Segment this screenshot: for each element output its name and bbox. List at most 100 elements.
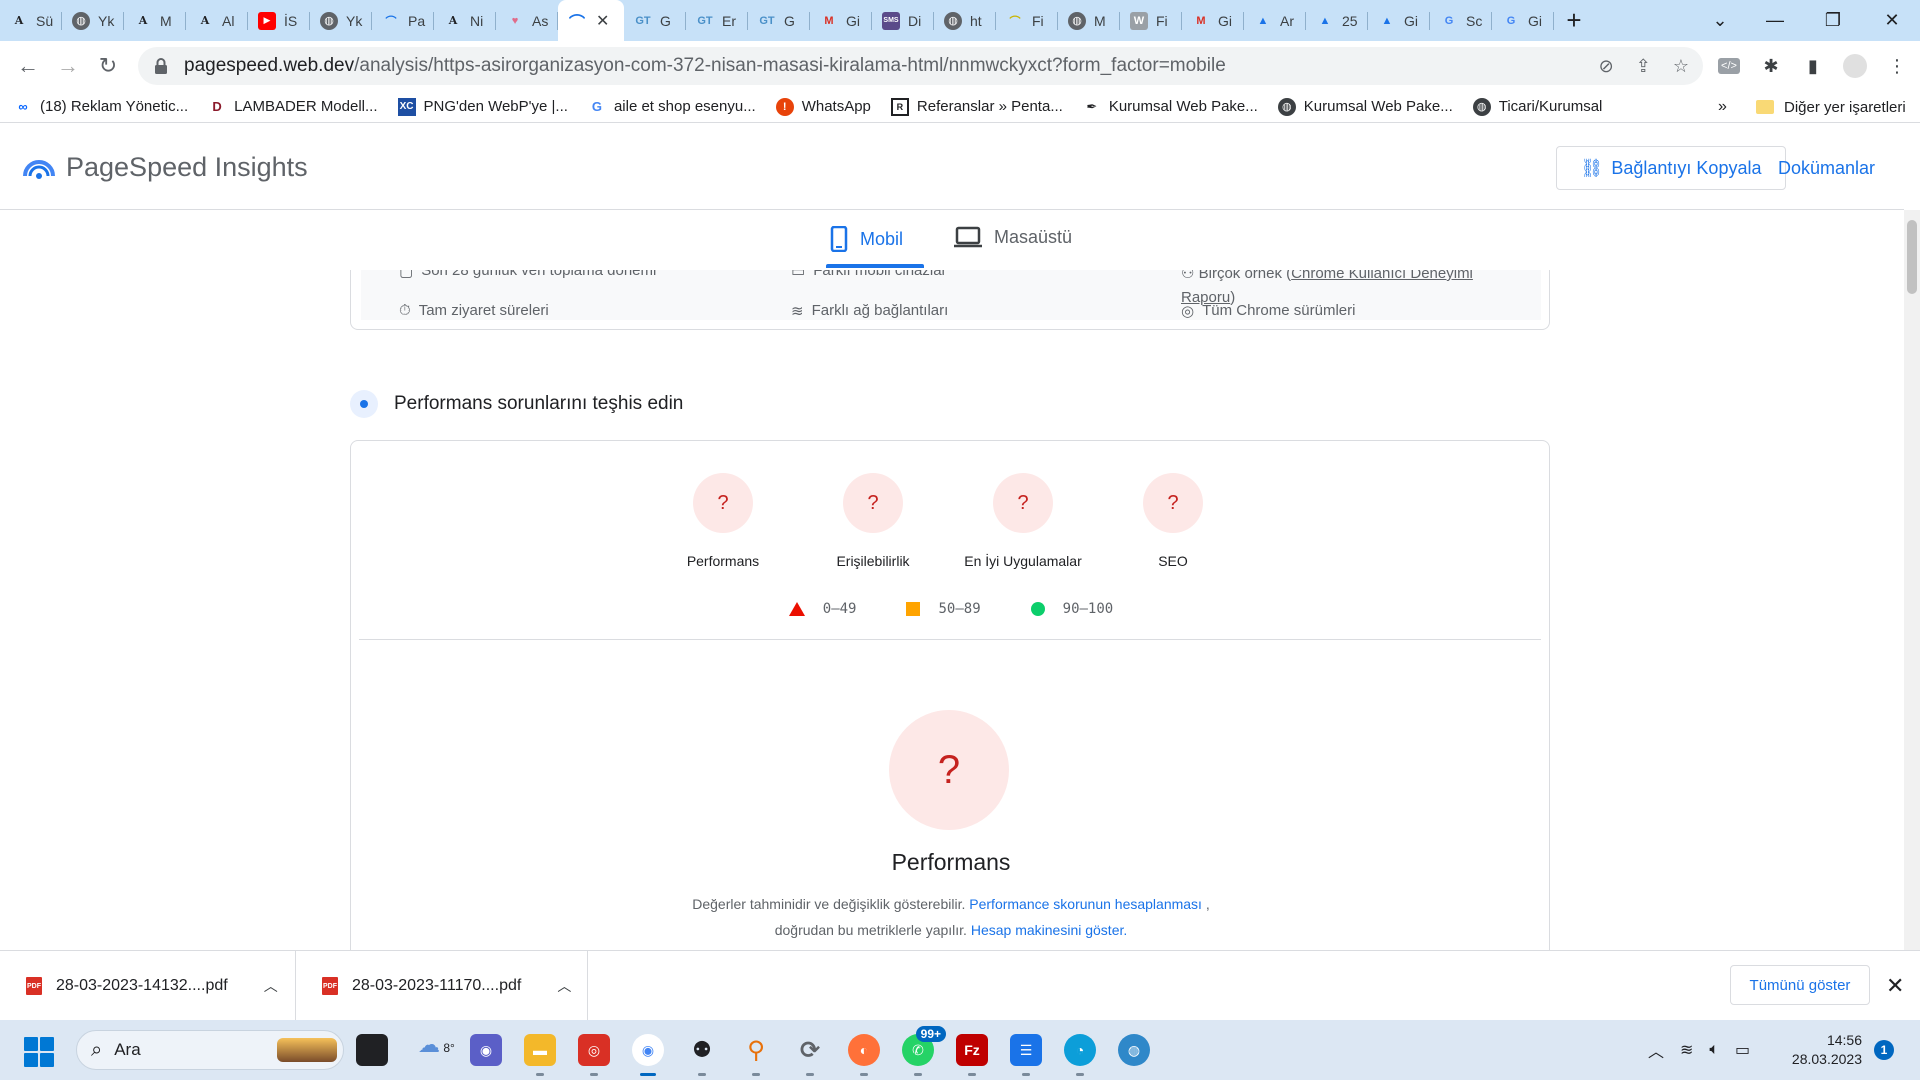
menu-dots-icon[interactable]: ⋮	[1884, 53, 1910, 79]
bookmarks-overflow-button[interactable]: »	[1718, 91, 1727, 123]
scroll-thumb[interactable]	[1907, 220, 1917, 294]
browser-tab[interactable]: GT G	[748, 0, 810, 41]
clock[interactable]: 14:56 28.03.2023	[1786, 1031, 1862, 1069]
address-bar[interactable]: pagespeed.web.dev/analysis/https-asirorg…	[138, 47, 1703, 85]
browser-tab[interactable]: ▲ Gi	[1368, 0, 1430, 41]
file-explorer-icon[interactable]: ▬	[524, 1034, 556, 1076]
tab-desktop[interactable]: Masaüstü	[954, 226, 1072, 248]
bookmark-item[interactable]: XC PNG'den WebP'ye |...	[397, 97, 568, 116]
browser-tab[interactable]: A Ni	[434, 0, 496, 41]
bookmark-item[interactable]: Gaile et shop esenyu...	[588, 98, 756, 116]
side-panel-icon[interactable]: ▮	[1800, 53, 1826, 79]
download-item[interactable]: PDF 28-03-2023-11170....pdf ︿	[296, 951, 588, 1021]
browser-tab[interactable]: M Gi	[810, 0, 872, 41]
docs-link[interactable]: Dokümanlar	[1778, 158, 1875, 179]
browser-tab[interactable]: ◍ Yk	[310, 0, 372, 41]
gauge-seo[interactable]: ? SEO	[1093, 473, 1253, 569]
task-view-icon[interactable]	[356, 1034, 388, 1066]
devtools-extension-icon[interactable]: </>	[1716, 53, 1742, 79]
bookmark-item[interactable]: ◍ Ticari/Kurumsal	[1472, 97, 1602, 116]
bookmark-item[interactable]: ✒ Kurumsal Web Pake...	[1083, 98, 1257, 116]
extensions-puzzle-icon[interactable]: ✱	[1758, 53, 1784, 79]
copy-link-button[interactable]: ⛓ Bağlantıyı Kopyala	[1556, 146, 1786, 190]
back-button[interactable]: ←	[8, 46, 48, 86]
browser-tab[interactable]: G Gi	[1492, 0, 1554, 41]
bookmark-item[interactable]: ∞ (18) Reklam Yönetic...	[14, 98, 188, 116]
tab-mobile[interactable]: Mobil	[830, 226, 903, 252]
browser-tab[interactable]: ◍ Yk	[62, 0, 124, 41]
eye-off-icon[interactable]: ⊘	[1599, 56, 1614, 77]
browser-tab[interactable]: A Sü	[0, 0, 62, 41]
magnifier-icon[interactable]: ⚲	[740, 1034, 772, 1076]
close-icon[interactable]: ✕	[596, 11, 609, 31]
edge-icon[interactable]: ◔	[1064, 1034, 1096, 1076]
browser-tab[interactable]: M Gi	[1182, 0, 1244, 41]
chrome-icon[interactable]: ◉	[632, 1034, 664, 1076]
taskbar-search[interactable]: ⌕ Ara	[76, 1030, 344, 1070]
star-icon[interactable]: ☆	[1673, 56, 1689, 77]
notification-count[interactable]: 1	[1874, 1040, 1894, 1060]
browser-tab[interactable]: GT G	[624, 0, 686, 41]
gauge-accessibility[interactable]: ? Erişilebilirlik	[793, 473, 953, 569]
rotate-app-icon[interactable]: ⟳	[794, 1034, 826, 1076]
bookmark-item[interactable]: R Referanslar » Penta...	[890, 97, 1063, 116]
browser-tab-active[interactable]: ⌒ ✕	[558, 0, 624, 41]
calculator-link[interactable]: Hesap makinesini göster.	[971, 922, 1127, 938]
bookmark-item[interactable]: ! WhatsApp	[775, 97, 871, 116]
start-button[interactable]	[24, 1037, 54, 1067]
browser-tab[interactable]: W Fi	[1120, 0, 1182, 41]
devices-icon: ▭	[791, 270, 806, 280]
bookmark-item[interactable]: ◍ Kurumsal Web Pake...	[1277, 97, 1453, 116]
other-bookmarks-folder[interactable]: Diğer yer işaretleri	[1756, 91, 1906, 123]
show-all-downloads-button[interactable]: Tümünü göster	[1730, 965, 1870, 1005]
browser-tab[interactable]: ▶ İS	[248, 0, 310, 41]
window-close-button[interactable]: ✕	[1862, 0, 1920, 41]
teams-chat-icon[interactable]: ◉	[470, 1034, 502, 1066]
page-scrollbar[interactable]	[1904, 210, 1920, 950]
whatsapp-icon[interactable]: ✆ 99+	[902, 1026, 946, 1076]
recorder-app-icon[interactable]: ◎	[578, 1034, 610, 1076]
weather-widget[interactable]: ☁ 8°	[418, 1032, 455, 1058]
browser-tab[interactable]: AM	[124, 0, 186, 41]
battery-icon[interactable]: ▭	[1735, 1040, 1750, 1060]
notepad-icon[interactable]: ☰	[1010, 1034, 1042, 1076]
browser-tab[interactable]: ⌒ Pa	[372, 0, 434, 41]
browser-tab[interactable]: ▲ Ar	[1244, 0, 1306, 41]
filezilla-icon[interactable]: Fz	[956, 1034, 988, 1076]
bookmark-item[interactable]: D LAMBADER Modell...	[208, 98, 377, 116]
new-tab-button[interactable]: +	[1554, 0, 1594, 41]
firefox-icon[interactable]: ◐	[848, 1034, 880, 1076]
chevron-up-icon[interactable]: ︿	[264, 976, 278, 996]
tab-search-icon[interactable]: ⌄	[1690, 0, 1750, 41]
minimize-button[interactable]: —	[1745, 0, 1805, 41]
globe-app-icon[interactable]: ◍	[1118, 1034, 1150, 1066]
share-icon[interactable]: ⇪	[1636, 56, 1651, 77]
pagespeed-icon: ⌒	[568, 14, 585, 32]
restore-button[interactable]: ❐	[1803, 0, 1863, 41]
browser-tab[interactable]: ◍ ht	[934, 0, 996, 41]
profile-avatar[interactable]	[1842, 53, 1868, 79]
browser-tab[interactable]: ⌒ Fi	[996, 0, 1058, 41]
chevron-up-icon[interactable]: ︿	[1648, 1038, 1664, 1062]
browser-tab[interactable]: ♥ As	[496, 0, 558, 41]
browser-tab[interactable]: G Sc	[1430, 0, 1492, 41]
chevron-up-icon[interactable]: ︿	[557, 976, 571, 996]
gauge-performance[interactable]: ? Performans	[643, 473, 803, 569]
forward-button[interactable]: →	[48, 46, 88, 86]
browser-tab[interactable]: A Al	[186, 0, 248, 41]
volume-icon[interactable]: 🔈︎	[1709, 1041, 1719, 1059]
download-item[interactable]: PDF 28-03-2023-14132....pdf ︿	[0, 951, 296, 1021]
browser-tab[interactable]: ▲ 25	[1306, 0, 1368, 41]
score-calc-link[interactable]: Performance skorunun hesaplanması	[969, 896, 1202, 912]
wifi-icon[interactable]: ≋	[1680, 1040, 1693, 1060]
spy-app-icon[interactable]: ⚉	[686, 1034, 718, 1076]
browser-tab[interactable]: GT Er	[686, 0, 748, 41]
browser-tab[interactable]: ◍ M	[1058, 0, 1120, 41]
psi-logo[interactable]: PageSpeed Insights	[22, 152, 308, 183]
gauge-label: SEO	[1158, 553, 1188, 569]
browser-tab[interactable]: SMS Di	[872, 0, 934, 41]
gauge-best-practices[interactable]: ? En İyi Uygulamalar	[943, 473, 1103, 569]
reload-button[interactable]: ↻	[88, 46, 128, 86]
system-tray: ︿ ≋ 🔈︎ ▭	[1648, 1020, 1750, 1080]
close-icon[interactable]: ✕	[1886, 973, 1904, 999]
